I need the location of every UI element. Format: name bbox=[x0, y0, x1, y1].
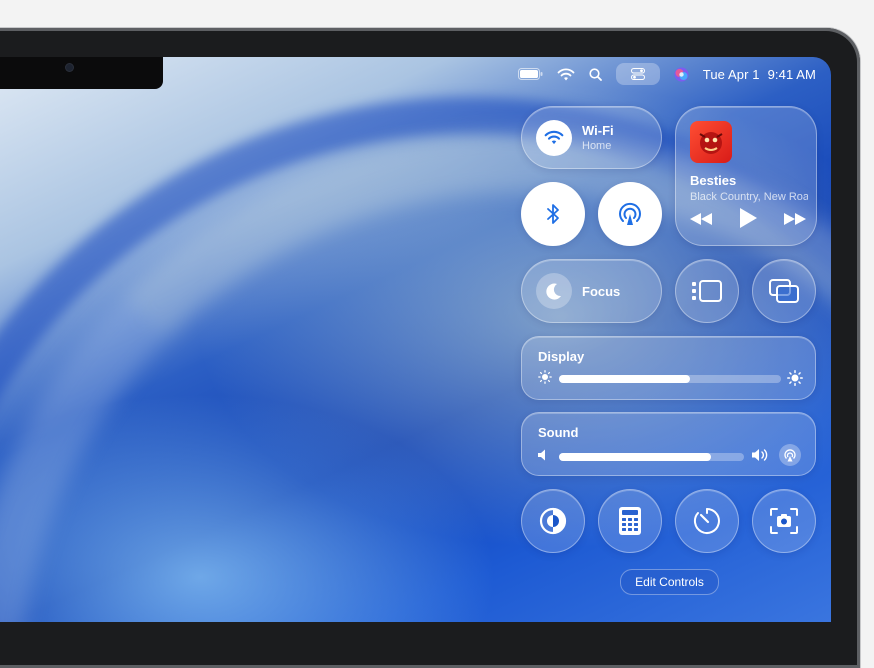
display-tile: Display bbox=[521, 336, 816, 400]
focus-tile[interactable]: Focus bbox=[521, 259, 662, 323]
airdrop-button[interactable] bbox=[598, 182, 662, 246]
sound-tile: Sound bbox=[521, 412, 816, 476]
timer-icon bbox=[693, 508, 720, 534]
dark-mode-button[interactable] bbox=[521, 489, 585, 553]
brightness-high-icon bbox=[787, 370, 803, 386]
screen-mirroring-button[interactable] bbox=[752, 259, 816, 323]
camera-notch bbox=[0, 57, 163, 89]
wifi-icon bbox=[544, 130, 564, 145]
wifi-network-name: Home bbox=[582, 140, 612, 152]
battery-icon[interactable] bbox=[517, 68, 543, 80]
stage-manager-icon bbox=[692, 280, 722, 302]
display-label: Display bbox=[538, 349, 585, 364]
airplay-audio-icon[interactable] bbox=[779, 444, 801, 466]
speaker-high-icon bbox=[752, 448, 770, 462]
brightness-slider-fill bbox=[559, 375, 690, 383]
menu-bar-time: 9:41 AM bbox=[767, 66, 816, 82]
speaker-low-icon bbox=[538, 449, 548, 461]
control-center-icon[interactable] bbox=[615, 63, 660, 85]
screenshot-button[interactable] bbox=[752, 489, 816, 553]
menu-bar: Tue Apr 1 9:41 AM bbox=[517, 63, 816, 85]
wifi-icon[interactable] bbox=[557, 68, 575, 81]
calculator-icon bbox=[619, 507, 641, 535]
playback-controls bbox=[690, 208, 806, 233]
dark-mode-icon bbox=[539, 507, 567, 535]
calculator-button[interactable] bbox=[598, 489, 662, 553]
now-playing-tile[interactable]: Besties Black Country, New Road bbox=[675, 106, 817, 246]
screen-mirroring-icon bbox=[769, 279, 799, 303]
wifi-title: Wi-Fi bbox=[582, 123, 614, 138]
bluetooth-button[interactable] bbox=[521, 182, 585, 246]
brightness-low-icon bbox=[538, 370, 552, 384]
menu-bar-clock[interactable]: Tue Apr 1 9:41 AM bbox=[703, 67, 816, 82]
sound-label: Sound bbox=[538, 425, 579, 440]
focus-label: Focus bbox=[582, 283, 621, 299]
menu-bar-date: Tue Apr 1 bbox=[702, 66, 760, 82]
play-icon[interactable] bbox=[739, 208, 757, 233]
artist-name: Black Country, New Road bbox=[690, 191, 808, 203]
rewind-icon[interactable] bbox=[690, 212, 712, 230]
search-icon[interactable] bbox=[589, 67, 602, 81]
camera-icon bbox=[66, 64, 73, 71]
brightness-slider[interactable] bbox=[559, 375, 781, 383]
wifi-toggle[interactable] bbox=[536, 119, 572, 156]
edit-controls-button[interactable]: Edit Controls bbox=[620, 569, 719, 595]
fast-forward-icon[interactable] bbox=[784, 212, 806, 230]
volume-slider-fill bbox=[559, 453, 711, 461]
volume-slider[interactable] bbox=[559, 453, 744, 461]
screenshot-camera-icon bbox=[770, 508, 798, 534]
album-artwork[interactable] bbox=[690, 121, 732, 163]
song-title: Besties bbox=[690, 173, 737, 188]
airdrop-icon bbox=[619, 202, 641, 225]
bluetooth-icon bbox=[547, 204, 559, 224]
stage-manager-button[interactable] bbox=[675, 259, 739, 323]
siri-icon[interactable] bbox=[674, 67, 689, 82]
moon-icon bbox=[536, 273, 572, 309]
timer-button[interactable] bbox=[675, 489, 739, 553]
wifi-tile[interactable]: Wi-Fi Home bbox=[521, 106, 662, 169]
